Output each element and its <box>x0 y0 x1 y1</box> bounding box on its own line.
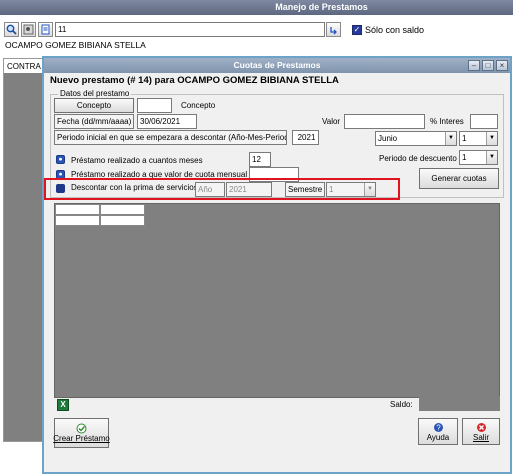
main-window-title: Manejo de Prestamos <box>275 2 368 12</box>
user-search-icon <box>23 24 34 35</box>
client-name: OCAMPO GOMEZ BIBIANA STELLA <box>5 40 146 50</box>
cuotas-grid[interactable] <box>54 203 500 398</box>
crear-prestamo-button[interactable]: Crear Préstamo <box>53 418 110 448</box>
chevron-down-icon: ▼ <box>486 132 497 145</box>
anio-input[interactable]: 2021 <box>226 182 272 197</box>
chevron-down-icon: ▼ <box>364 183 375 196</box>
saldo-label: Saldo: <box>390 400 413 409</box>
generar-cuotas-button[interactable]: Generar cuotas <box>419 168 499 189</box>
grid-cell[interactable] <box>55 215 100 226</box>
contract-header-label: CONTRA <box>7 62 41 71</box>
radio-prima[interactable] <box>56 184 65 193</box>
search-button[interactable] <box>4 22 19 37</box>
find-user-button[interactable] <box>21 22 36 37</box>
anio-label: Año <box>195 182 225 197</box>
contract-panel <box>3 58 43 442</box>
periodo-descuento-select[interactable]: 1 ▼ <box>459 150 498 165</box>
cuotas-dialog: Cuotas de Prestamos – □ × Nuevo prestamo… <box>42 56 512 474</box>
ayuda-label: Ayuda <box>426 432 450 442</box>
periodo-label: Periodo inicial en que se empezara a des… <box>54 130 287 145</box>
periodo-month-value: Junio <box>378 134 398 143</box>
dialog-title: Cuotas de Prestamos <box>233 60 321 70</box>
semestre-select[interactable]: 1 ▼ <box>326 182 376 197</box>
semestre-label: Semestre <box>285 182 325 197</box>
datos-group-label: Datos del prestamo <box>58 89 132 98</box>
close-icon: × <box>499 61 505 70</box>
chevron-down-icon: ▼ <box>486 151 497 164</box>
minimize-icon: – <box>471 61 477 70</box>
valor-label: Valor <box>322 117 341 126</box>
document-icon <box>41 24 50 35</box>
close-window-button[interactable]: × <box>496 60 508 71</box>
concepto-label: Concepto <box>181 101 216 110</box>
ayuda-button[interactable]: ? Ayuda <box>418 418 458 445</box>
dropdown-button[interactable] <box>326 22 341 37</box>
grid-header-cell <box>100 204 145 215</box>
periodo-month-select[interactable]: Junio ▼ <box>375 131 457 146</box>
salir-button[interactable]: Salir <box>462 418 500 445</box>
interes-input[interactable] <box>470 114 498 129</box>
excel-export-icon[interactable]: X <box>57 399 69 411</box>
semestre-value: 1 <box>329 185 334 194</box>
dialog-title-bar: Cuotas de Prestamos <box>44 58 510 73</box>
interes-label: % Interes <box>430 117 464 126</box>
check-circle-icon <box>76 423 87 434</box>
valor-input[interactable] <box>344 114 425 129</box>
radio-prima-label: Descontar con la prima de servicios <box>71 183 198 192</box>
periodo-num-value: 1 <box>462 134 467 143</box>
maximize-icon: □ <box>485 61 491 70</box>
minimize-button[interactable]: – <box>468 60 480 71</box>
periodo-descuento-value: 1 <box>462 153 467 162</box>
grid-header-cell <box>55 204 100 215</box>
concepto-button[interactable]: Concepto <box>54 98 134 113</box>
saldo-value <box>419 396 500 411</box>
pick-arrow-icon <box>330 27 337 35</box>
solo-saldo-label: Sólo con saldo <box>365 25 425 35</box>
grid-cell[interactable] <box>100 215 145 226</box>
fecha-input[interactable]: 30/06/2021 <box>137 114 197 129</box>
fecha-label: Fecha (dd/mm/aaaa) <box>54 114 134 129</box>
crear-prestamo-label: Crear Préstamo <box>53 434 110 443</box>
help-icon: ? <box>433 422 443 432</box>
search-input[interactable]: 11 <box>55 22 325 37</box>
svg-text:?: ? <box>436 423 441 432</box>
periodo-year-input[interactable]: 2021 <box>292 130 319 145</box>
exit-icon <box>476 422 486 432</box>
salir-label: Salir <box>472 432 489 442</box>
radio-meses-label: Préstamo realizado a cuantos meses <box>71 156 203 165</box>
document-button[interactable] <box>38 22 53 37</box>
chevron-down-icon: ▼ <box>445 132 456 145</box>
periodo-descuento-label: Periodo de descuento <box>379 154 457 163</box>
meses-input[interactable]: 12 <box>249 152 271 167</box>
periodo-num-select[interactable]: 1 ▼ <box>459 131 498 146</box>
maximize-button[interactable]: □ <box>482 60 494 71</box>
search-icon <box>6 24 17 35</box>
dialog-heading: Nuevo prestamo (# 14) para OCAMPO GOMEZ … <box>50 75 339 86</box>
solo-saldo-checkbox[interactable]: ✓ <box>352 25 362 35</box>
concepto-code-input[interactable] <box>137 98 172 113</box>
radio-meses[interactable] <box>56 155 65 164</box>
main-title-bar: Manejo de Prestamos <box>0 0 513 15</box>
